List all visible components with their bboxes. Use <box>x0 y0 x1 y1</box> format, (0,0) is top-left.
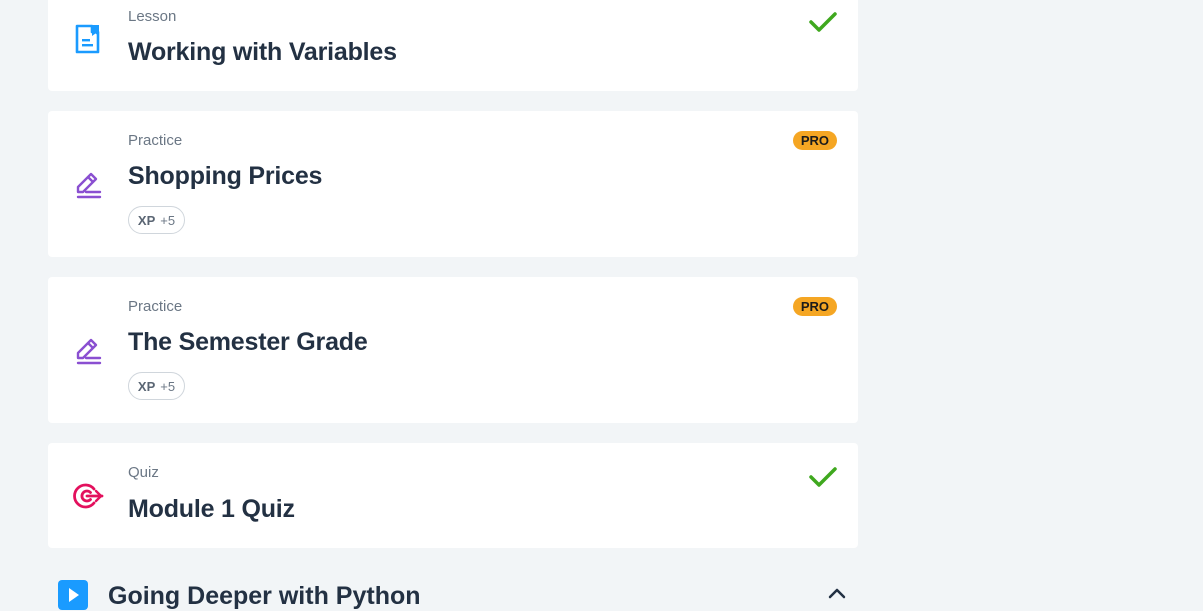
xp-value: +5 <box>160 212 176 228</box>
quiz-target-icon <box>72 480 104 512</box>
content-card-practice[interactable]: Practice Shopping Prices PRO XP +5 <box>48 111 858 257</box>
item-type-label: Practice <box>128 298 183 315</box>
practice-pencil-icon <box>72 335 104 367</box>
xp-badge: XP +5 <box>128 206 185 234</box>
pro-badge: PRO <box>792 131 837 150</box>
xp-label: XP <box>137 212 156 228</box>
checkmark-icon <box>808 10 838 34</box>
module-section-title: Going Deeper with Python <box>108 582 421 610</box>
item-title: The Semester Grade <box>128 328 368 356</box>
item-type-label: Quiz <box>128 464 159 481</box>
content-card-practice[interactable]: Practice The Semester Grade PRO XP +5 <box>48 277 858 423</box>
xp-value: +5 <box>160 378 176 394</box>
item-title: Module 1 Quiz <box>128 495 295 523</box>
chevron-up-icon[interactable] <box>828 586 846 599</box>
play-icon <box>58 580 88 610</box>
xp-label: XP <box>137 378 156 394</box>
module-section-header[interactable]: Going Deeper with Python <box>58 580 858 610</box>
pro-badge: PRO <box>792 297 837 316</box>
item-title: Shopping Prices <box>128 162 323 190</box>
lesson-document-icon <box>72 23 104 55</box>
item-type-label: Lesson <box>128 8 177 25</box>
item-title: Working with Variables <box>128 38 397 66</box>
xp-badge: XP +5 <box>128 372 185 400</box>
item-type-label: Practice <box>128 132 183 149</box>
content-card-lesson[interactable]: Lesson Working with Variables <box>48 0 858 91</box>
content-card-quiz[interactable]: Quiz Module 1 Quiz <box>48 443 858 548</box>
practice-pencil-icon <box>72 169 104 201</box>
checkmark-icon <box>808 465 838 489</box>
